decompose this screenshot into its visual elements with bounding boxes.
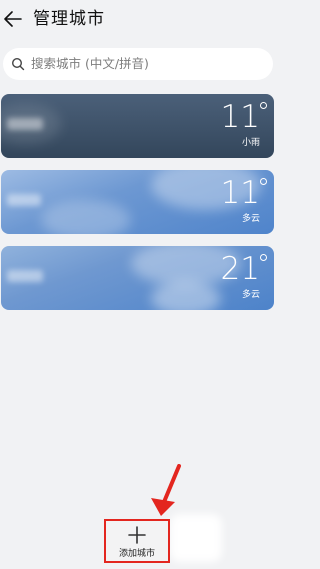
city-card[interactable]: 11 小雨 [1,94,274,158]
city-name-redacted [7,118,43,130]
search-icon [11,57,25,71]
card-background [41,200,131,234]
city-temperature: 11 [220,175,260,211]
plus-icon [128,526,146,544]
city-condition: 多云 [241,290,260,300]
city-name-redacted [7,194,41,206]
city-card[interactable]: 11 多云 [1,170,274,234]
add-city-button[interactable]: 添加城市 [104,519,170,563]
arrow-left-icon [4,11,22,27]
degree-icon [260,178,267,185]
search-input[interactable]: 搜索城市 (中文/拼音) [3,48,273,80]
highlight-overlay [170,514,222,562]
city-temperature: 21 [220,251,260,287]
degree-icon [260,254,267,261]
city-condition: 小雨 [241,138,260,148]
add-city-label: 添加城市 [118,549,155,559]
card-background [151,281,221,310]
city-card[interactable]: 21 多云 [1,246,274,310]
city-condition: 多云 [241,214,260,224]
city-name-redacted [7,270,43,282]
city-temperature: 11 [220,99,260,135]
header-bar: 管理城市 [0,0,281,40]
page-title: 管理城市 [33,9,105,29]
back-button[interactable] [2,8,24,30]
search-placeholder: 搜索城市 (中文/拼音) [31,56,149,71]
degree-icon [260,102,267,109]
